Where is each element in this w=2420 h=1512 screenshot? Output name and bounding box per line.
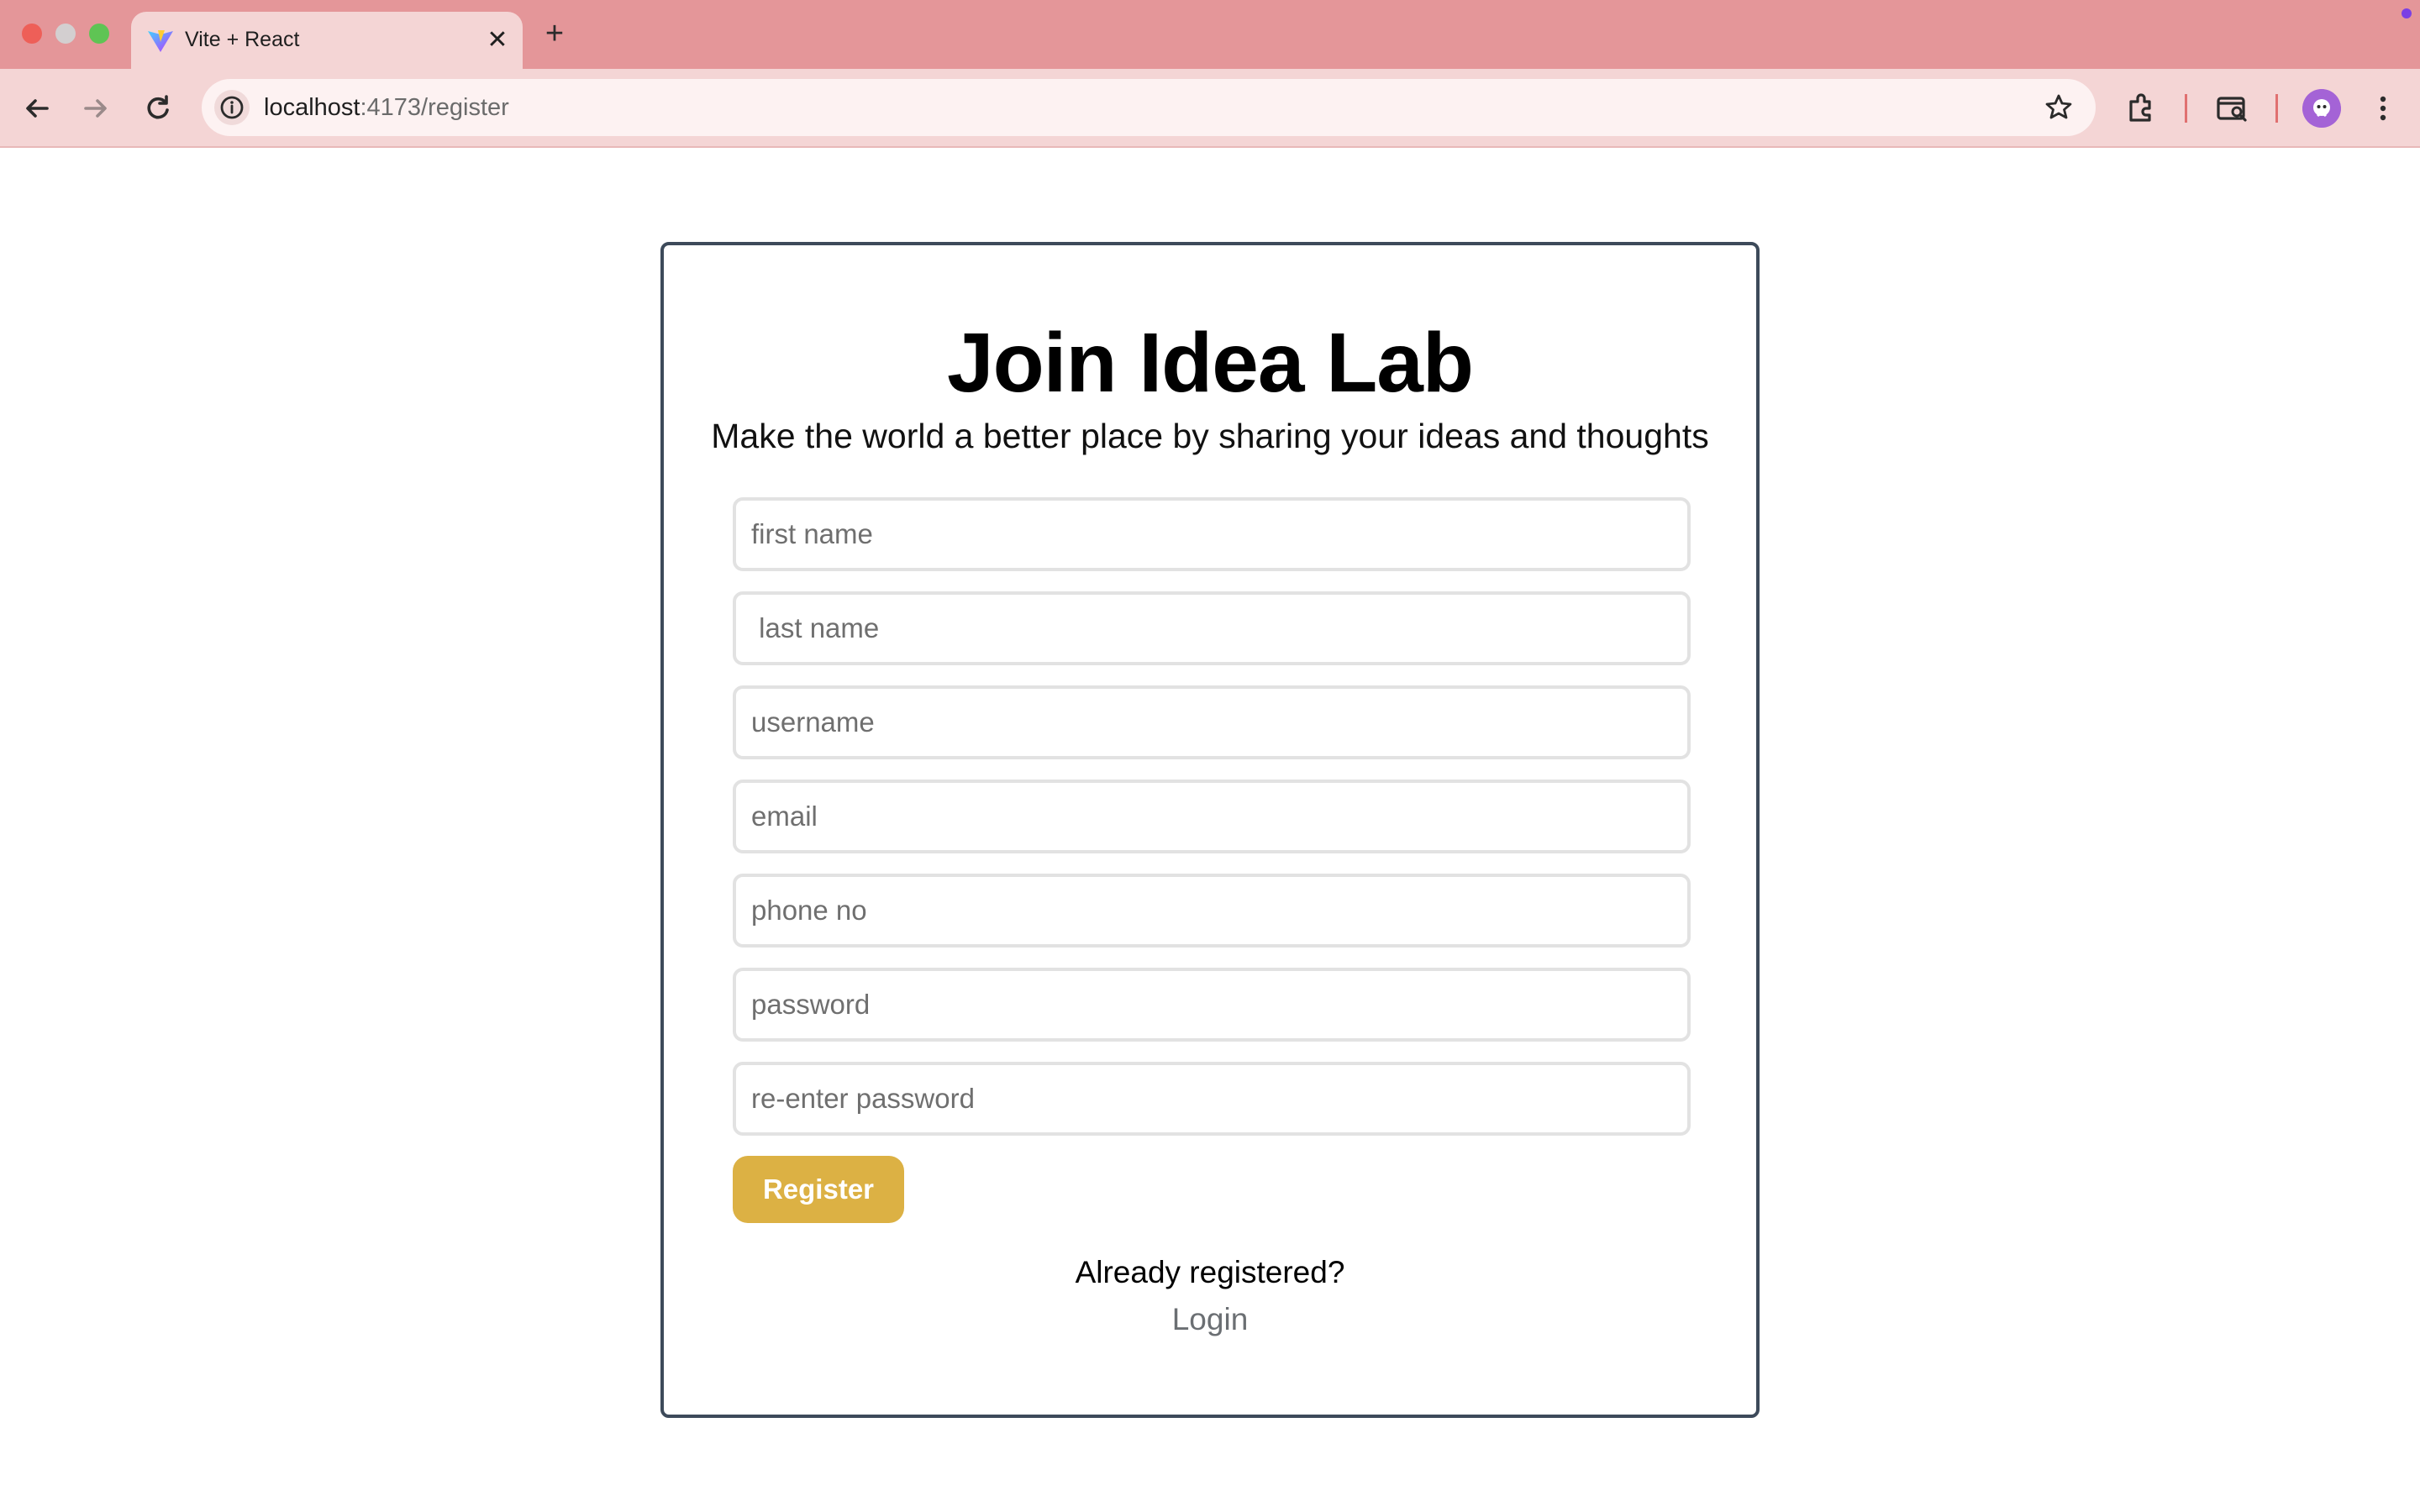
back-arrow-icon[interactable] (17, 88, 57, 129)
avatar[interactable] (2302, 89, 2341, 128)
page-title: Join Idea Lab (946, 316, 1474, 410)
close-icon[interactable]: ✕ (482, 25, 513, 55)
register-card: Join Idea Lab Make the world a better pl… (660, 242, 1760, 1418)
extensions-icon[interactable] (2121, 88, 2161, 129)
email-input[interactable] (733, 780, 1691, 853)
plus-icon[interactable]: + (538, 17, 571, 50)
star-icon[interactable] (2042, 91, 2075, 124)
kebab-menu-icon[interactable] (2363, 88, 2403, 129)
window-close-button[interactable] (22, 24, 42, 44)
already-registered-text: Already registered? (1075, 1255, 1345, 1289)
password-input[interactable] (733, 968, 1691, 1042)
url-path: :4173/register (360, 94, 509, 121)
tab-search-icon[interactable] (2212, 88, 2252, 129)
notification-dot (2402, 8, 2412, 18)
phone-input[interactable] (733, 874, 1691, 948)
confirm-password-input[interactable] (733, 1062, 1691, 1136)
register-button[interactable]: Register (733, 1156, 904, 1223)
page-subtitle: Make the world a better place by sharing… (711, 417, 1709, 455)
browser-tab[interactable]: Vite + React ✕ (131, 12, 523, 69)
vite-favicon (148, 30, 173, 52)
forward-arrow-icon[interactable] (76, 88, 116, 129)
reload-icon[interactable] (138, 88, 178, 129)
toolbar-separator (2275, 94, 2278, 123)
username-input[interactable] (733, 685, 1691, 759)
last-name-input[interactable] (733, 591, 1691, 665)
login-link[interactable]: Login (664, 1300, 1756, 1339)
toolbar-separator (2185, 94, 2187, 123)
browser-toolbar: localhost:4173/register (0, 69, 2420, 148)
info-icon[interactable] (213, 89, 250, 126)
first-name-input[interactable] (733, 497, 1691, 571)
url-text[interactable]: localhost:4173/register (264, 93, 509, 122)
browser-chrome: Vite + React ✕ + localhost:4173/register (0, 0, 2420, 148)
window-maximize-button[interactable] (89, 24, 109, 44)
tab-strip: Vite + React ✕ + (0, 0, 2420, 69)
url-host: localhost (264, 94, 360, 121)
tab-title: Vite + React (185, 28, 300, 51)
window-minimize-button[interactable] (55, 24, 76, 44)
toolbar-divider (0, 146, 2420, 148)
address-bar[interactable]: localhost:4173/register (202, 79, 2096, 136)
